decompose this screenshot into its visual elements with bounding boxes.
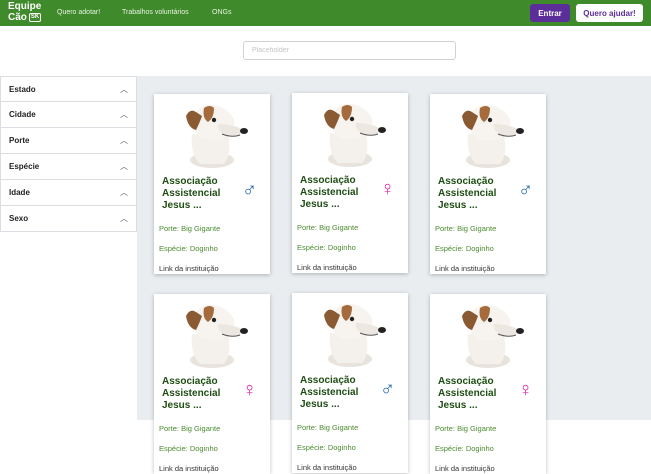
card-especie: Espécie: Doginho [435,244,494,253]
nav-link-ongs[interactable]: ONGs [212,9,231,16]
dog-photo [450,294,526,368]
filter-porte[interactable]: Porte ︿ [0,128,137,154]
card-especie: Espécie: Doginho [159,244,218,253]
brand-name-line1: Equipe [8,1,42,12]
card-title: Associação Assistencial Jesus ... [162,176,221,211]
filter-estado[interactable]: Estado ︿ [0,76,137,102]
dog-photo [450,94,526,168]
card-porte: Porte: Big Gigante [297,223,359,232]
filter-especie[interactable]: Espécie ︿ [0,154,137,180]
filter-idade[interactable]: Idade ︿ [0,180,137,206]
card-porte: Porte: Big Gigante [159,224,221,233]
card-title: Associação Assistencial Jesus ... [300,375,359,410]
male-gender-icon: ♂ [518,179,533,201]
card-especie: Espécie: Doginho [297,243,356,252]
card-title: Associação Assistencial Jesus ... [438,376,497,411]
organization-card[interactable]: Associação Assistencial Jesus ... ♂ Port… [292,293,408,473]
institution-link[interactable]: Link da instituição [297,263,357,272]
institution-link[interactable]: Link da instituição [435,264,495,273]
filter-label: Idade [9,188,30,197]
brand-badge: SK [28,12,42,22]
card-porte: Porte: Big Gigante [297,423,359,432]
filter-label: Cidade [9,110,36,119]
top-navbar: Equipe Cão SK Quero adotar! Trabalhos vol… [0,0,651,26]
brand-logo[interactable]: Equipe Cão SK [8,1,41,23]
chevron-up-icon: ︿ [120,214,128,223]
card-porte: Porte: Big Gigante [435,424,497,433]
chevron-up-icon: ︿ [120,136,128,145]
chevron-up-icon: ︿ [120,162,128,171]
female-gender-icon: ♀ [380,178,395,200]
card-title: Associação Assistencial Jesus ... [300,175,359,210]
dog-photo [174,294,250,368]
organization-card[interactable]: Associação Assistencial Jesus ... ♀ Port… [430,294,546,474]
filter-cidade[interactable]: Cidade ︿ [0,102,137,128]
institution-link[interactable]: Link da instituição [159,464,219,473]
filter-label: Porte [9,136,30,145]
filter-label: Sexo [9,214,29,223]
chevron-up-icon: ︿ [120,188,128,197]
card-title: Associação Assistencial Jesus ... [438,176,497,211]
chevron-up-icon: ︿ [120,84,128,94]
card-especie: Espécie: Doginho [159,444,218,453]
institution-link[interactable]: Link da instituição [159,264,219,273]
nav-link-quero-adotar[interactable]: Quero adotar! [57,9,100,16]
female-gender-icon: ♀ [518,379,533,401]
dog-photo [312,93,388,167]
organization-card[interactable]: Associação Assistencial Jesus ... ♂ Port… [430,94,546,274]
male-gender-icon: ♂ [242,179,257,201]
filter-sexo[interactable]: Sexo ︿ [0,206,137,232]
organization-card[interactable]: Associação Assistencial Jesus ... ♀ Port… [292,93,408,273]
search-input[interactable] [243,41,456,60]
female-gender-icon: ♀ [242,379,257,401]
card-especie: Espécie: Doginho [297,443,356,452]
institution-link[interactable]: Link da instituição [435,464,495,473]
organization-card[interactable]: Associação Assistencial Jesus ... ♀ Port… [154,294,270,474]
card-porte: Porte: Big Gigante [435,224,497,233]
filter-label: Estado [9,84,36,94]
card-especie: Espécie: Doginho [435,444,494,453]
institution-link[interactable]: Link da instituição [297,463,357,472]
nav-link-trabalhos-voluntarios[interactable]: Trabalhos voluntários [122,9,189,16]
organization-card[interactable]: Associação Assistencial Jesus ... ♂ Port… [154,94,270,274]
dog-photo [174,94,250,168]
filter-sidebar: Estado ︿ Cidade ︿ Porte ︿ Espécie ︿ Idade ︿ S… [0,76,137,232]
male-gender-icon: ♂ [380,378,395,400]
card-porte: Porte: Big Gigante [159,424,221,433]
card-title: Associação Assistencial Jesus ... [162,376,221,411]
dog-photo [312,293,388,367]
help-button[interactable]: Quero ajudar! [576,4,643,22]
brand-name-line2: Cão [8,12,27,23]
filter-label: Espécie [9,162,40,171]
login-button[interactable]: Entrar [530,4,570,22]
chevron-up-icon: ︿ [120,110,128,119]
